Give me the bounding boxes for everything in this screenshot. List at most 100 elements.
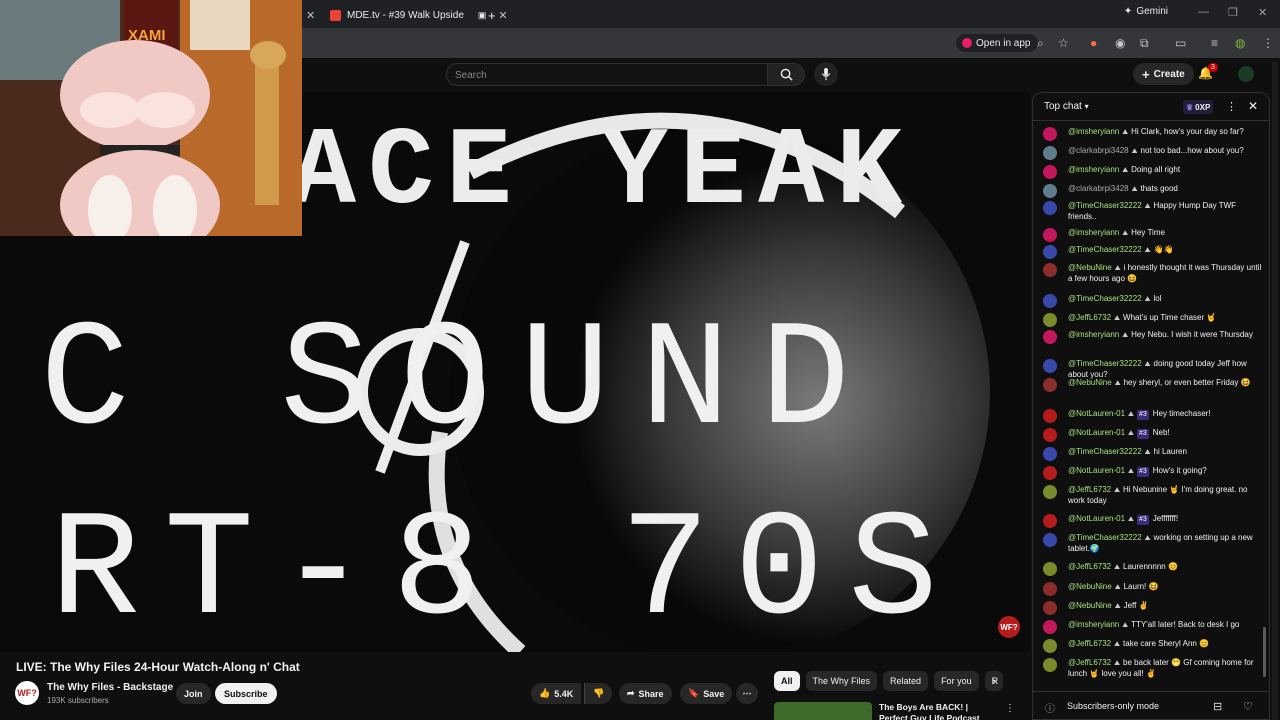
open-in-app-button[interactable]: Open in app [956, 34, 1038, 52]
chat-author-name[interactable]: @TimeChaser32222 [1068, 245, 1142, 254]
chat-message[interactable]: @TimeChaser32222 ⛰ hi Lauren [1043, 447, 1263, 461]
chat-message[interactable]: @imsheryiann ⛰ TTY'all later! Back to desk… [1043, 620, 1263, 634]
chip-all[interactable]: All [774, 671, 800, 691]
chat-author-avatar[interactable] [1043, 582, 1057, 596]
chat-author-name[interactable]: @NotLauren-01 [1068, 514, 1125, 523]
chevron-right-icon[interactable]: › [992, 674, 996, 688]
chat-author-avatar[interactable] [1043, 533, 1057, 547]
join-button[interactable]: Join [176, 683, 211, 704]
chat-author-avatar[interactable] [1043, 127, 1057, 141]
maximize-icon[interactable]: ❐ [1228, 6, 1238, 19]
heart-icon[interactable]: ♡ [1243, 700, 1253, 713]
chat-message[interactable]: @NotLauren-01 ⛰ #3 Hey timechaser! [1043, 409, 1263, 423]
chat-message[interactable]: @NotLauren-01 ⛰ #3 Jefffffff! [1043, 514, 1263, 528]
chat-message[interactable]: @imsheryiann ⛰ Doing all right [1043, 165, 1263, 179]
chat-message[interactable]: @JeffL6732 ⛰ Laurennnnn 😊 [1043, 562, 1263, 576]
chat-mode-dropdown[interactable]: Top chat ▾ [1044, 101, 1089, 112]
chat-author-avatar[interactable] [1043, 428, 1057, 442]
chat-author-avatar[interactable] [1043, 201, 1057, 215]
minimize-icon[interactable]: — [1198, 6, 1209, 18]
chat-message[interactable]: @clarkabrpi3428 ⛰ thats good [1043, 184, 1263, 198]
recommendation-thumbnail[interactable] [774, 702, 872, 720]
channel-avatar[interactable]: WF? [15, 681, 39, 705]
reading-list-icon[interactable]: ≡ [1211, 36, 1218, 50]
chat-author-avatar[interactable] [1043, 378, 1057, 392]
chat-message[interactable]: @imsheryiann ⛰ Hi Clark, how's your day so… [1043, 127, 1263, 141]
chat-message[interactable]: @JeffL6732 ⛰ What's up Time chaser 🤘 [1043, 313, 1263, 327]
chat-message[interactable]: @imsheryiann ⛰ Hey Nebu. I wish it were Th… [1043, 330, 1263, 344]
chat-author-avatar[interactable] [1043, 228, 1057, 242]
chat-author-avatar[interactable] [1043, 263, 1057, 277]
chat-author-name[interactable]: @clarkabrpi3428 [1068, 146, 1129, 155]
chat-scrollbar[interactable] [1263, 627, 1266, 677]
close-icon[interactable]: ✕ [306, 9, 315, 22]
close-icon[interactable]: ✕ [1248, 99, 1258, 113]
chat-author-name[interactable]: @JeffL6732 [1068, 485, 1111, 494]
like-button[interactable]: 👍 5.4K [531, 683, 582, 704]
chat-message[interactable]: @imsheryiann ⛰ Hey Time [1043, 228, 1263, 242]
chat-message-list[interactable]: @imsheryiann ⛰ Hi Clark, how's your day so… [1033, 123, 1269, 689]
chat-author-name[interactable]: @imsheryiann [1068, 228, 1119, 237]
tab-close-button[interactable]: ✕ [306, 4, 315, 26]
chip-the-why-files[interactable]: The Why Files [805, 671, 878, 691]
chat-author-name[interactable]: @TimeChaser32222 [1068, 294, 1142, 303]
chat-message[interactable]: @TimeChaser32222 ⛰ 👋👋 [1043, 245, 1263, 259]
more-vert-icon[interactable]: ⋮ [1226, 100, 1237, 113]
chat-message[interactable]: @JeffL6732 ⛰ be back later 😁 Gf coming hom… [1043, 658, 1263, 679]
chat-message[interactable]: @JeffL6732 ⛰ take care Sheryl Ann 😊 [1043, 639, 1263, 653]
create-button[interactable]: + Create [1133, 63, 1194, 85]
chat-author-avatar[interactable] [1043, 658, 1057, 672]
chat-author-name[interactable]: @NotLauren-01 [1068, 428, 1125, 437]
gemini-button[interactable]: ✦ Gemini [1124, 6, 1168, 17]
chat-author-name[interactable]: @JeffL6732 [1068, 313, 1111, 322]
zoom-icon[interactable]: ⌕ [1037, 36, 1044, 51]
subscribe-button[interactable]: Subscribe [215, 683, 277, 704]
info-icon[interactable]: ⓘ [1045, 700, 1055, 715]
chat-message[interactable]: @NebuNine ⛰ hey sheryl, or even better Fri… [1043, 378, 1263, 392]
chat-author-avatar[interactable] [1043, 330, 1057, 344]
chat-author-name[interactable]: @NotLauren-01 [1068, 466, 1125, 475]
chat-author-avatar[interactable] [1043, 447, 1057, 461]
chat-author-avatar[interactable] [1043, 639, 1057, 653]
search-input[interactable]: Search [446, 63, 768, 86]
new-tab-button[interactable]: + [488, 4, 496, 26]
chat-message[interactable]: @TimeChaser32222 ⛰ doing good today Jeff h… [1043, 359, 1263, 380]
chat-author-avatar[interactable] [1043, 313, 1057, 327]
close-icon[interactable]: ✕ [498, 9, 507, 22]
chat-message[interactable]: @NebuNine ⛰ i honestly thought it was Thur… [1043, 263, 1263, 284]
chat-author-avatar[interactable] [1043, 146, 1057, 160]
search-button[interactable] [767, 63, 805, 86]
channel-name[interactable]: The Why Files - Backstage [47, 682, 173, 693]
chat-author-name[interactable]: @JeffL6732 [1068, 562, 1111, 571]
bookmark-star-icon[interactable]: ☆ [1058, 36, 1069, 50]
window-close-icon[interactable]: ✕ [1258, 6, 1267, 19]
chat-message[interactable]: @NotLauren-01 ⛰ #3 How's it going? [1043, 466, 1263, 480]
chat-author-name[interactable]: @TimeChaser32222 [1068, 201, 1142, 210]
voice-search-button[interactable] [814, 62, 838, 86]
more-vert-icon[interactable]: ⋮ [1005, 703, 1015, 714]
chat-author-avatar[interactable] [1043, 514, 1057, 528]
tab-mde[interactable]: MDE.tv - #39 Walk Upside ▣ ✕ [330, 4, 508, 26]
chip-related[interactable]: Related [883, 671, 929, 691]
dislike-button[interactable]: 👎 [584, 683, 613, 704]
chat-author-name[interactable]: @NebuNine [1068, 582, 1112, 591]
chat-message[interactable]: @TimeChaser32222 ⛰ Happy Hump Day TWF frie… [1043, 201, 1263, 222]
chat-author-name[interactable]: @NebuNine [1068, 263, 1112, 272]
chat-author-avatar[interactable] [1043, 466, 1057, 480]
super-chat-icon[interactable]: ⊟ [1213, 700, 1222, 713]
chat-author-name[interactable]: @clarkabrpi3428 [1068, 184, 1129, 193]
extension-icon[interactable]: ◉ [1115, 36, 1125, 50]
chat-author-avatar[interactable] [1043, 245, 1057, 259]
save-button[interactable]: 🔖 Save [680, 683, 733, 704]
chat-message[interactable]: @NebuNine ⛰ Jeff ✌ [1043, 601, 1263, 615]
chat-author-name[interactable]: @JeffL6732 [1068, 658, 1111, 667]
chat-author-name[interactable]: @JeffL6732 [1068, 639, 1111, 648]
chat-author-name[interactable]: @imsheryiann [1068, 620, 1119, 629]
chat-author-avatar[interactable] [1043, 409, 1057, 423]
page-scrollbar[interactable] [1272, 62, 1278, 720]
recommendation-title[interactable]: The Boys Are BACK! | Perfect Guy Life Po… [879, 702, 994, 720]
mute-icon[interactable]: ▣ [478, 10, 487, 21]
profile-icon[interactable]: ◍ [1235, 36, 1245, 50]
chat-author-avatar[interactable] [1043, 620, 1057, 634]
more-actions-button[interactable]: ⋯ [736, 683, 758, 704]
